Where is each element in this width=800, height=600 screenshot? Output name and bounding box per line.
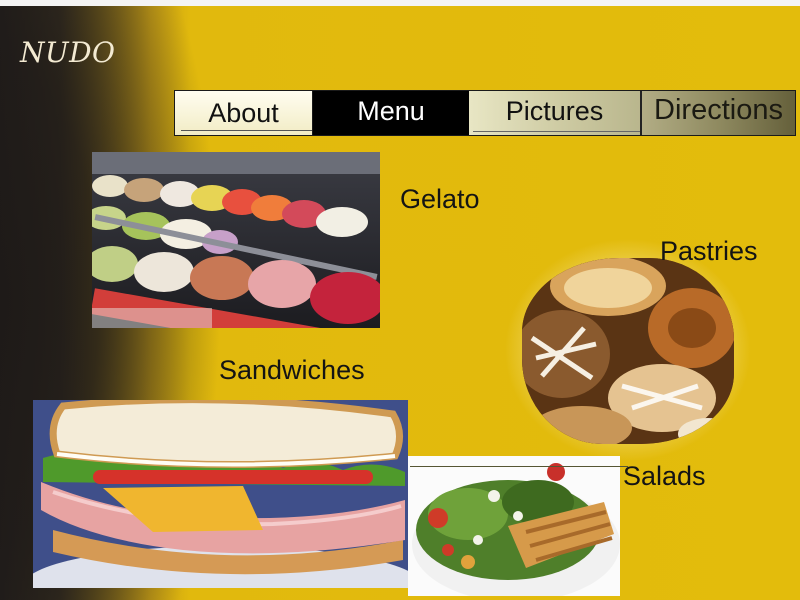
gelato-photo[interactable]	[92, 152, 380, 328]
pastries-photo[interactable]	[522, 258, 734, 444]
nav-about-label: About	[208, 98, 279, 128]
nav-about[interactable]: About	[175, 91, 313, 135]
nav-pictures-label: Pictures	[505, 95, 604, 126]
salad-photo[interactable]	[408, 456, 620, 596]
nav-menu[interactable]: Menu	[313, 91, 469, 135]
site-logo[interactable]: NUDO	[20, 36, 116, 69]
nav-pictures[interactable]: Pictures	[469, 91, 640, 135]
pastries-label[interactable]: Pastries	[660, 236, 758, 267]
salads-label[interactable]: Salads	[623, 461, 706, 492]
top-strip	[0, 0, 800, 6]
sandwich-photo[interactable]	[33, 400, 408, 588]
gelato-label[interactable]: Gelato	[400, 184, 480, 215]
main-nav: About Menu Pictures Directions	[174, 90, 796, 136]
pastries-photo-wrapper	[504, 238, 752, 462]
nav-menu-label: Menu	[357, 95, 425, 126]
sandwiches-label[interactable]: Sandwiches	[219, 355, 365, 386]
nav-directions[interactable]: Directions	[640, 91, 795, 135]
nav-directions-label: Directions	[654, 94, 783, 126]
salad-label-rule	[410, 466, 628, 467]
